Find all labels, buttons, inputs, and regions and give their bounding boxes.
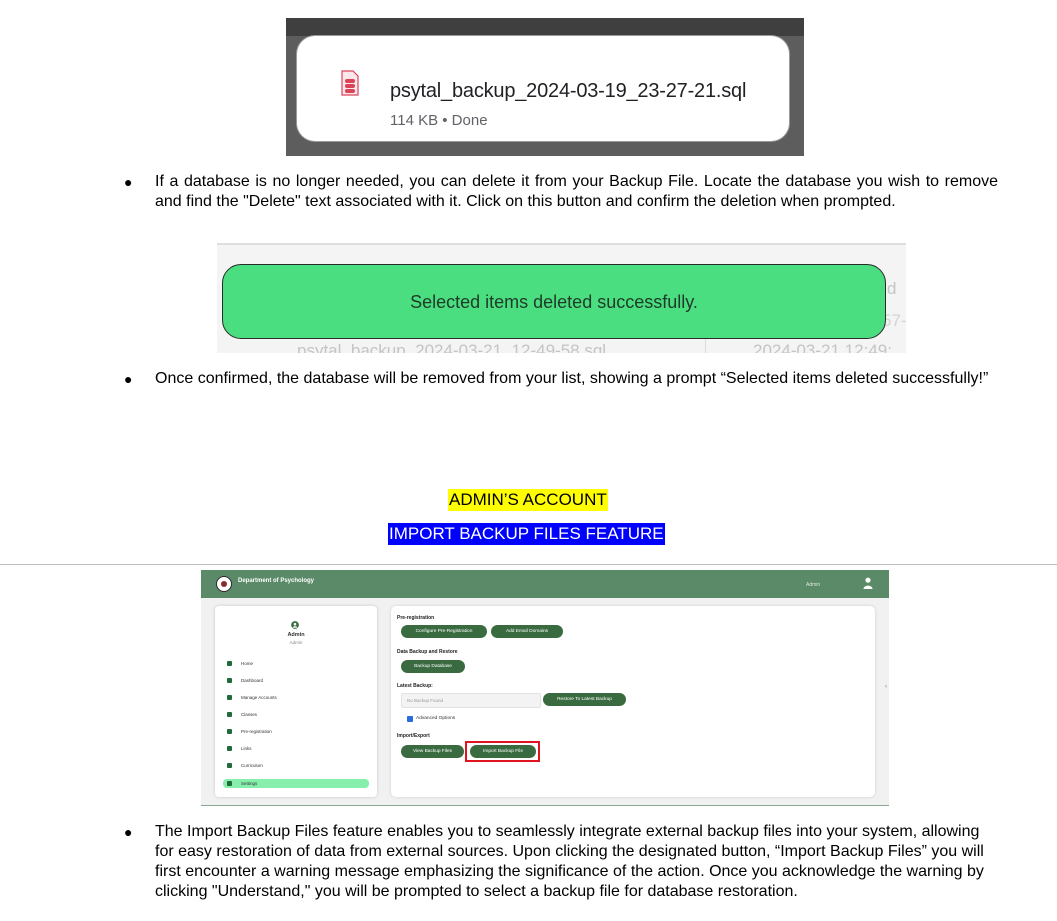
manage-accounts-icon: [227, 695, 232, 700]
latest-backup-field[interactable]: No Backup Found: [401, 693, 541, 708]
bullet-text: The Import Backup Files feature enables …: [155, 823, 984, 900]
sidebar-item-pre-registration[interactable]: Pre-registration: [223, 727, 369, 736]
latest-backup-placeholder: No Backup Found: [407, 698, 444, 703]
configure-preregistration-button[interactable]: Configure Pre-Registration: [401, 625, 487, 638]
bullet-marker: ●: [124, 371, 133, 387]
success-toast: Selected items deleted successfully.: [222, 264, 886, 339]
bullet-marker: ●: [124, 824, 133, 840]
advanced-options-label: Advanced Options: [416, 716, 456, 721]
sidebar-item-curriculum[interactable]: Curriculum: [223, 761, 369, 770]
sidebar-item-label: Pre-registration: [241, 729, 272, 734]
backup-database-button[interactable]: Backup Database: [401, 660, 465, 673]
home-icon: [227, 661, 232, 666]
highlight-box: [465, 741, 540, 762]
sidebar-item-label: Settings: [241, 781, 258, 786]
app-header: Department of Psychology Admin: [201, 570, 889, 598]
settings-panel: Pre-registration Configure Pre-Registrat…: [391, 606, 875, 797]
sidebar-item-label: Home: [241, 661, 254, 666]
toast-message: Selected items deleted successfully.: [410, 292, 698, 312]
sidebar-item-label: Classes: [241, 712, 258, 717]
backup-restore-title: Data Backup and Restore: [397, 649, 458, 655]
restore-latest-backup-button[interactable]: Restore To Latest Backup: [543, 693, 626, 706]
bg-header-fragment: d: [887, 279, 897, 298]
browser-toolbar-strip: [286, 18, 804, 36]
department-logo: [216, 576, 232, 592]
view-backup-files-button[interactable]: View Backup Files: [401, 745, 464, 758]
graduation-cap-icon: [227, 763, 232, 768]
bullet-import-description: ● The Import Backup Files feature enable…: [124, 822, 990, 902]
bg-backup-row-date: 2024-03-21 12:49:: [753, 341, 892, 353]
section-heading-admin-account: ADMIN’S ACCOUNT: [448, 489, 608, 511]
table-top-border: [217, 243, 906, 245]
sidebar-item-manage-accounts[interactable]: Manage Accounts: [223, 693, 369, 702]
preregistration-title: Pre-registration: [397, 615, 435, 621]
classes-icon: [227, 712, 232, 717]
feature-heading-import-backup: IMPORT BACKUP FILES FEATURE: [388, 523, 665, 545]
sidebar-item-home[interactable]: Home: [223, 659, 369, 668]
sql-file-icon: [341, 70, 359, 96]
sidebar-item-classes[interactable]: Classes: [223, 710, 369, 719]
sidebar: Admin Admin Home Dashboard Manage Accoun…: [215, 606, 377, 797]
sidebar-item-links[interactable]: Links: [223, 744, 369, 753]
page-divider: [0, 564, 1057, 565]
sidebar-item-label: Links: [241, 746, 252, 751]
bg-backup-row-name: psytal_backup_2024-03-21_12-49-58.sql: [297, 341, 607, 353]
sidebar-item-label: Dashboard: [241, 678, 264, 683]
sidebar-role: Admin: [289, 640, 303, 645]
chevron-left-icon: ‹: [885, 684, 887, 690]
document-icon: [227, 729, 232, 734]
gear-icon: [227, 781, 232, 786]
dashboard-icon: [227, 678, 232, 683]
sidebar-username: Admin: [287, 632, 305, 638]
bullet-text: If a database is no longer needed, you c…: [155, 173, 998, 210]
download-card: psytal_backup_2024-03-19_23-27-21.sql 11…: [297, 36, 789, 141]
advanced-options-checkbox[interactable]: [407, 716, 413, 722]
settings-app-screenshot: Department of Psychology Admin Admin Adm…: [201, 570, 889, 806]
sidebar-item-settings[interactable]: Settings: [223, 779, 369, 788]
bullet-text: Once confirmed, the database will be rem…: [155, 370, 989, 387]
download-filename: psytal_backup_2024-03-19_23-27-21.sql: [390, 80, 747, 102]
bullet-delete-instructions: ● If a database is no longer needed, you…: [124, 172, 998, 212]
download-meta: 114 KB • Done: [390, 112, 488, 129]
sidebar-item-label: Curriculum: [241, 763, 263, 768]
bullet-confirmation: ● Once confirmed, the database will be r…: [124, 369, 998, 389]
download-popup-screenshot: psytal_backup_2024-03-19_23-27-21.sql 11…: [286, 18, 804, 156]
delete-toast-screenshot: d 57- psytal_backup_2024-03-21_12-49-58.…: [217, 243, 906, 353]
link-icon: [227, 746, 232, 751]
app-title: Department of Psychology: [238, 578, 315, 584]
latest-backup-title: Latest Backup:: [397, 683, 433, 689]
header-username: Admin: [806, 582, 821, 588]
user-icon: [863, 577, 873, 589]
import-export-title: Import/Export: [397, 733, 430, 739]
avatar-icon: [291, 621, 299, 629]
sidebar-item-dashboard[interactable]: Dashboard: [223, 676, 369, 685]
add-email-domains-button[interactable]: Add Email Domains: [491, 625, 563, 638]
sidebar-item-label: Manage Accounts: [241, 695, 277, 700]
bullet-marker: ●: [124, 174, 133, 190]
